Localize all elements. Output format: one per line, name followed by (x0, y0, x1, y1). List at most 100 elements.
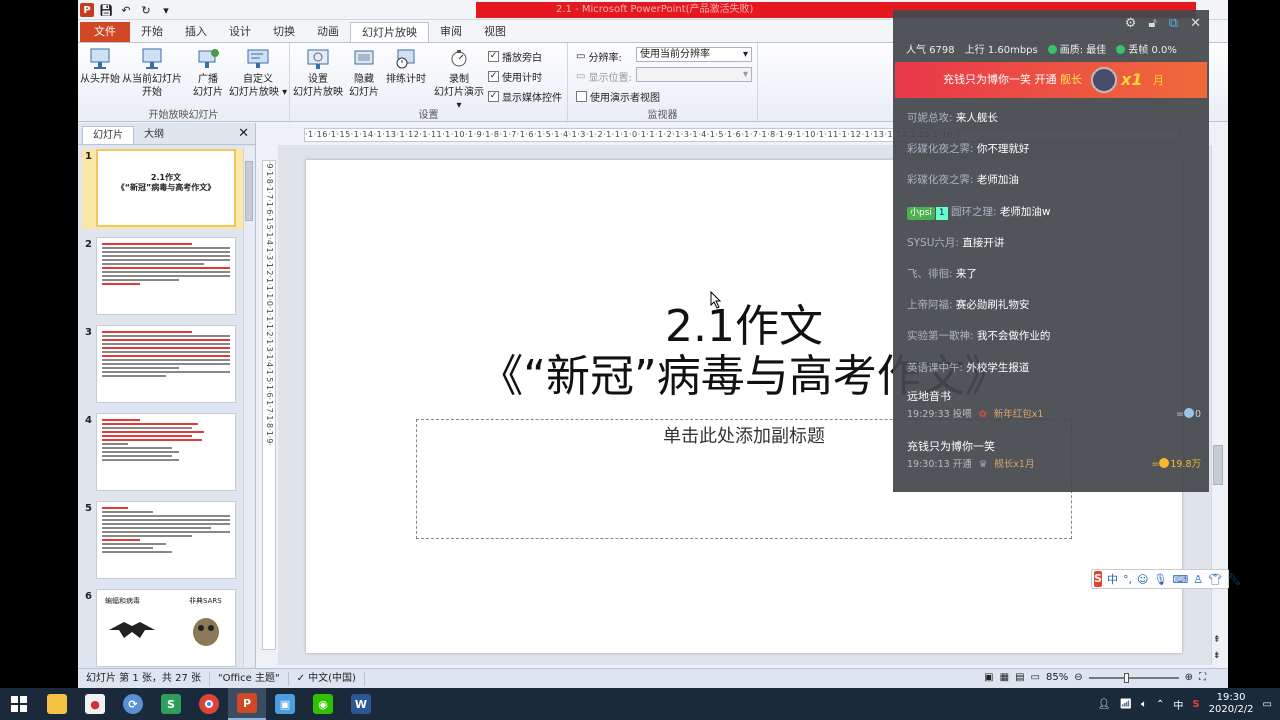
chat-user[interactable]: 实验第一歌神: (907, 330, 974, 342)
setup-icon (305, 47, 331, 71)
resolution-dropdown[interactable]: 使用当前分辨率 ▾ (636, 47, 752, 62)
window-icon[interactable]: ⧉ (1169, 16, 1178, 31)
chat-user[interactable]: 英语课中午: (907, 362, 963, 374)
setup-slideshow-button[interactable]: 设置 幻灯片放映 (292, 47, 344, 99)
tab-slide-show[interactable]: 幻灯片放映 (350, 22, 429, 42)
presenter-view-checkbox[interactable]: 使用演示者视图 (576, 89, 660, 104)
volume-icon[interactable]: 🔈︎ (1141, 699, 1147, 710)
show-hidden-icons-icon[interactable]: ⌃ (1156, 699, 1164, 710)
close-icon[interactable]: ✕ (1190, 16, 1201, 31)
taskbar-media[interactable]: ● (76, 688, 114, 720)
reading-view-icon[interactable]: ▤ (1015, 672, 1024, 683)
chat-user[interactable]: 圆环之理: (951, 206, 997, 218)
tab-slides[interactable]: 幻灯片 (82, 126, 134, 144)
from-current-slide-button[interactable]: 从当前幻灯片 开始 (122, 47, 182, 99)
zoom-slider-thumb[interactable] (1124, 672, 1130, 683)
show-on-dropdown[interactable]: ▾ (636, 67, 752, 82)
previous-slide-icon[interactable]: ⇞ (1213, 635, 1221, 645)
punctuation-icon[interactable]: °, (1123, 573, 1132, 586)
custom-slideshow-button[interactable]: 自定义 幻灯片放映 ▾ (228, 47, 288, 99)
checkbox-unchecked-icon[interactable] (576, 91, 587, 102)
rehearse-timings-button[interactable]: 排练计时 (384, 47, 428, 86)
lock-icon[interactable]: 🔓︎ (1148, 16, 1156, 31)
broadcast-button[interactable]: 广播 幻灯片 (188, 47, 228, 99)
slide-sorter-icon[interactable]: ▦ (1000, 672, 1009, 683)
chat-user[interactable]: 可妮总攻: (907, 112, 953, 124)
tab-review[interactable]: 审阅 (429, 22, 473, 42)
fit-to-window-icon[interactable]: ⛶ (1199, 672, 1206, 683)
taskbar-chrome[interactable] (190, 688, 228, 720)
hide-slide-button[interactable]: 隐藏 幻灯片 (346, 47, 382, 99)
checkbox-checked-icon[interactable]: ✓ (488, 71, 499, 82)
taskbar-browser[interactable]: ⟳ (114, 688, 152, 720)
customize-qat-icon[interactable]: ▾ (158, 2, 174, 18)
tab-home[interactable]: 开始 (130, 22, 174, 42)
show-media-controls-checkbox[interactable]: ✓ 显示媒体控件 (488, 89, 562, 104)
sogou-tray-icon[interactable]: S (1192, 699, 1199, 710)
taskbar-photo[interactable]: ▣ (266, 688, 304, 720)
slide-thumbnail-5[interactable]: 5 (82, 501, 252, 581)
tab-outline[interactable]: 大纲 (134, 126, 174, 144)
network-icon[interactable]: 📶︎ (1119, 699, 1132, 710)
settings-icon[interactable]: ⚙ (1125, 16, 1137, 31)
chat-user[interactable]: 彩碟化夜之霁: (907, 174, 974, 186)
language-indicator[interactable]: ✓ 中文(中国) (289, 671, 365, 686)
checkbox-checked-icon[interactable]: ✓ (488, 91, 499, 102)
zoom-out-icon[interactable]: ⊖ (1074, 672, 1082, 683)
slide-thumbnail-6[interactable]: 6 蝙蝠和病毒 非典SARS (82, 589, 252, 669)
tab-transitions[interactable]: 切换 (262, 22, 306, 42)
presenter-view-label: 使用演示者视图 (590, 93, 660, 104)
clock[interactable]: 19:30 2020/2/2 (1209, 692, 1254, 716)
redo-icon[interactable]: ↻ (138, 2, 154, 18)
powerpoint-logo-icon[interactable]: P (80, 3, 94, 17)
record-slideshow-button[interactable]: 录制 幻灯片演示 ▾ (430, 47, 488, 112)
scrollbar-thumb[interactable] (1213, 445, 1223, 485)
taskbar-powerpoint[interactable]: P (228, 688, 266, 720)
taskbar-wechat[interactable]: ◉ (304, 688, 342, 720)
sogou-logo-icon[interactable]: S (1094, 571, 1102, 587)
keyboard-icon[interactable]: ⌨ (1172, 573, 1188, 586)
emoji-icon[interactable]: ☺ (1137, 573, 1148, 586)
scrollbar-thumb[interactable] (245, 161, 253, 221)
chat-user[interactable]: 上帝阿福: (907, 299, 953, 311)
ime-indicator[interactable]: 中 (1173, 697, 1183, 712)
chat-user[interactable]: 彩碟化夜之霁: (907, 143, 974, 155)
shirt-icon[interactable]: 👕︎ (1208, 573, 1222, 586)
chat-user[interactable]: SYSU六月: (907, 237, 959, 249)
tab-file[interactable]: 文件 (80, 22, 130, 42)
slide-thumbnail-3[interactable]: 3 (82, 325, 252, 405)
zoom-in-icon[interactable]: ⊕ (1185, 672, 1193, 683)
taskbar-file-explorer[interactable] (38, 688, 76, 720)
skin-icon[interactable]: ♙ (1193, 573, 1203, 586)
checkbox-checked-icon[interactable]: ✓ (488, 51, 499, 62)
thumb-title-2: 《“新冠”病毒与高考作文》 (116, 183, 216, 192)
panel-scrollbar[interactable] (243, 147, 254, 667)
notifications-icon[interactable]: ▭ (1263, 699, 1272, 710)
use-timings-checkbox[interactable]: ✓ 使用计时 (488, 69, 542, 84)
next-slide-icon[interactable]: ⇟ (1213, 651, 1221, 661)
save-icon[interactable]: 💾︎ (98, 2, 114, 18)
wrench-icon[interactable]: 🔧︎ (1227, 573, 1241, 586)
microphone-icon[interactable]: 🎙︎ (1153, 573, 1167, 586)
slide-thumbnail-1[interactable]: 1 2.1作文 《“新冠”病毒与高考作文》 (82, 149, 252, 229)
tab-insert[interactable]: 插入 (174, 22, 218, 42)
play-narrations-checkbox[interactable]: ✓ 播放旁白 (488, 49, 542, 64)
tab-animations[interactable]: 动画 (306, 22, 350, 42)
slide-thumbnail-4[interactable]: 4 (82, 413, 252, 493)
chat-user[interactable]: 飞、徘徊: (907, 268, 953, 280)
tab-design[interactable]: 设计 (218, 22, 262, 42)
taskbar-spotify[interactable]: S (152, 688, 190, 720)
close-icon[interactable]: ✕ (238, 126, 249, 141)
normal-view-icon[interactable]: ▣ (984, 672, 993, 683)
zoom-level[interactable]: 85% (1046, 672, 1068, 683)
slide-thumbnail-2[interactable]: 2 (82, 237, 252, 317)
ime-mode[interactable]: 中 (1107, 571, 1118, 587)
start-button[interactable] (0, 688, 38, 720)
from-beginning-button[interactable]: 从头开始 (80, 47, 120, 86)
tab-view[interactable]: 视图 (473, 22, 517, 42)
undo-icon[interactable]: ↶ (118, 2, 134, 18)
zoom-slider[interactable] (1088, 672, 1179, 683)
slideshow-view-icon[interactable]: ▭ (1031, 672, 1040, 683)
person-icon[interactable]: 👤︎ (1098, 699, 1111, 710)
taskbar-word[interactable]: W (342, 688, 380, 720)
